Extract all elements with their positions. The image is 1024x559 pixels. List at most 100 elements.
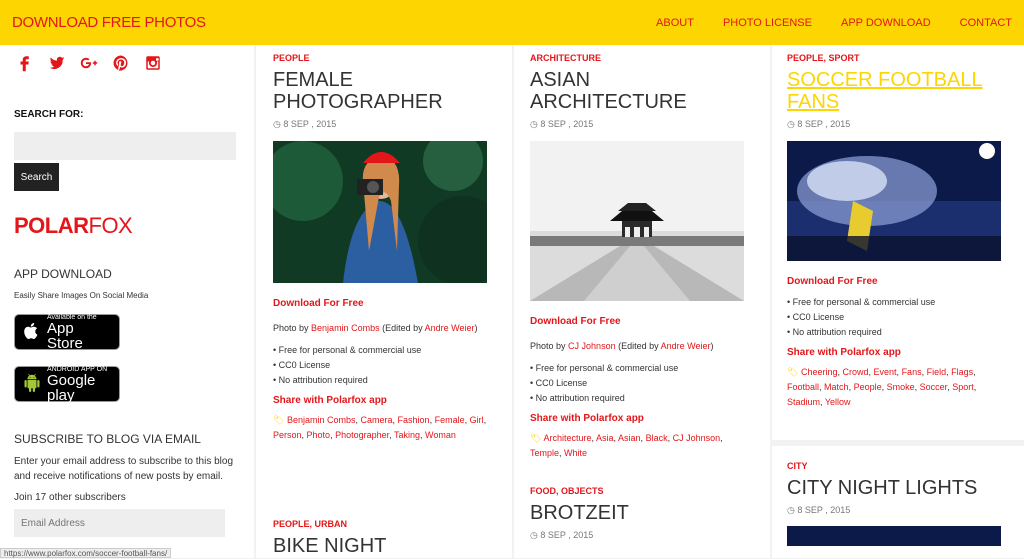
photo-by-label: Photo by [273,323,309,333]
tag-link[interactable]: Stadium [787,397,820,407]
twitter-icon[interactable] [46,53,68,73]
post-card: PEOPLE FEMALE PHOTOGRAPHER 8 SEP , 2015 … [263,53,508,443]
tag-link[interactable]: Black [646,433,668,443]
tag-link[interactable]: Temple [530,448,559,458]
license-item: Free for personal & commercial use [787,295,1007,310]
tag-link[interactable]: Yellow [825,397,851,407]
post-title[interactable]: SOCCER FOOTBALL FANS [787,69,1007,113]
tag-link[interactable]: Soccer [920,382,948,392]
post-category[interactable]: PEOPLE, URBAN [273,519,493,529]
author-link[interactable]: Benjamin Combs [311,323,380,333]
photo-by-label: Photo by [530,341,566,351]
share-link[interactable]: Share with Polarfox app [787,347,1007,358]
author-link[interactable]: CJ Johnson [568,341,616,351]
license-item: No attribution required [530,391,750,406]
tag-link[interactable]: Female [435,415,465,425]
download-link[interactable]: Download For Free [530,316,750,327]
license-list: Free for personal & commercial use CC0 L… [530,361,750,406]
post-image[interactable] [787,526,1001,546]
pinterest-icon[interactable] [110,53,132,73]
tag-link[interactable]: Benjamin Combs [287,415,356,425]
tag-link[interactable]: People [854,382,882,392]
post-category[interactable]: PEOPLE [273,53,493,63]
search-label: SEARCH FOR: [14,109,84,120]
post-title[interactable]: CITY NIGHT LIGHTS [787,477,1007,499]
site-brand[interactable]: DOWNLOAD FREE PHOTOS [12,14,206,31]
share-link[interactable]: Share with Polarfox app [530,413,750,424]
post-card: ARCHITECTURE ASIAN ARCHITECTURE 8 SEP , … [530,53,750,461]
editor-link[interactable]: Andre Weier [425,323,475,333]
tag-link[interactable]: Photo [307,430,331,440]
tag-link[interactable]: White [564,448,587,458]
tag-list: 🏷 Cheering, Crowd, Event, Fans, Field, F… [787,367,977,407]
post-image[interactable] [530,141,744,301]
tag-link[interactable]: Crowd [843,367,869,377]
tag-link[interactable]: Photographer [335,430,389,440]
post-card: CITY CITY NIGHT LIGHTS 8 SEP , 2015 [787,461,1007,546]
search-button[interactable]: Search [14,163,59,191]
apple-icon [23,322,41,343]
tag-link[interactable]: Person [273,430,302,440]
instagram-icon[interactable] [142,53,164,73]
post-category[interactable]: FOOD, OBJECTS [530,486,750,496]
post-image[interactable] [263,131,508,286]
gplay-big: Google play [47,371,96,404]
license-item: No attribution required [273,373,493,388]
google-plus-icon[interactable] [78,53,100,73]
post-byline: Photo by CJ Johnson (Edited by Andre Wei… [530,339,750,353]
tag-link[interactable]: Smoke [887,382,915,392]
tag-link[interactable]: Camera [361,415,393,425]
tag-link[interactable]: Flags [951,367,973,377]
google-play-badge[interactable]: ANDROID APP ON Google play [14,366,120,404]
share-link[interactable]: Share with Polarfox app [273,395,493,406]
license-item: CC0 License [530,376,750,391]
subscribe-text: Enter your email address to subscribe to… [14,456,233,482]
nav-app-download[interactable]: APP DOWNLOAD [841,17,931,29]
post-category[interactable]: PEOPLE, SPORT [787,53,1007,63]
license-list: Free for personal & commercial use CC0 L… [273,343,493,388]
post-category[interactable]: CITY [787,461,1007,471]
tag-link[interactable]: Match [824,382,849,392]
post-card: FOOD, OBJECTS BROTZEIT 8 SEP , 2015 [530,486,750,541]
editor-link[interactable]: Andre Weier [661,341,711,351]
email-field[interactable] [14,509,225,537]
tag-link[interactable]: Cheering [801,367,838,377]
tag-link[interactable]: Architecture [543,433,591,443]
download-link[interactable]: Download For Free [787,276,1007,287]
android-icon [23,373,41,395]
tag-link[interactable]: Girl [470,415,484,425]
post-category[interactable]: ARCHITECTURE [530,53,750,63]
app-store-badge[interactable]: Available on the App Store [14,314,120,351]
tag-link[interactable]: Asia [596,433,614,443]
nav-contact[interactable]: CONTACT [960,17,1012,29]
download-link[interactable]: Download For Free [273,298,493,309]
tag-link[interactable]: Fashion [398,415,430,425]
post-title[interactable]: FEMALE PHOTOGRAPHER [273,69,493,113]
nav-photo-license[interactable]: PHOTO LICENSE [723,17,812,29]
search-input[interactable] [14,132,236,160]
post-title[interactable]: BIKE NIGHT [273,535,493,557]
facebook-icon[interactable] [14,53,36,73]
post-image[interactable] [787,141,1001,261]
post-date: 8 SEP , 2015 [787,505,1007,516]
tag-link[interactable]: Fans [902,367,922,377]
post-title[interactable]: BROTZEIT [530,502,750,524]
tag-link[interactable]: Sport [952,382,974,392]
tag-link[interactable]: Football [787,382,819,392]
tag-link[interactable]: Taking [394,430,420,440]
license-item: Free for personal & commercial use [273,343,493,358]
tag-link[interactable]: Asian [618,433,641,443]
tag-link[interactable]: CJ Johnson [673,433,721,443]
tag-icon: 🏷 [530,433,542,443]
top-bar: DOWNLOAD FREE PHOTOS ABOUT PHOTO LICENSE… [0,0,1024,45]
nav-about[interactable]: ABOUT [656,17,694,29]
tag-link[interactable]: Woman [425,430,456,440]
edited-by-close: ) [710,341,714,351]
license-item: No attribution required [787,325,1007,340]
license-item: CC0 License [787,310,1007,325]
polarfox-logo[interactable]: POLARFOX [14,213,240,239]
edited-by-close: ) [474,323,478,333]
tag-link[interactable]: Event [874,367,897,377]
post-title[interactable]: ASIAN ARCHITECTURE [530,69,750,113]
tag-link[interactable]: Field [927,367,947,377]
